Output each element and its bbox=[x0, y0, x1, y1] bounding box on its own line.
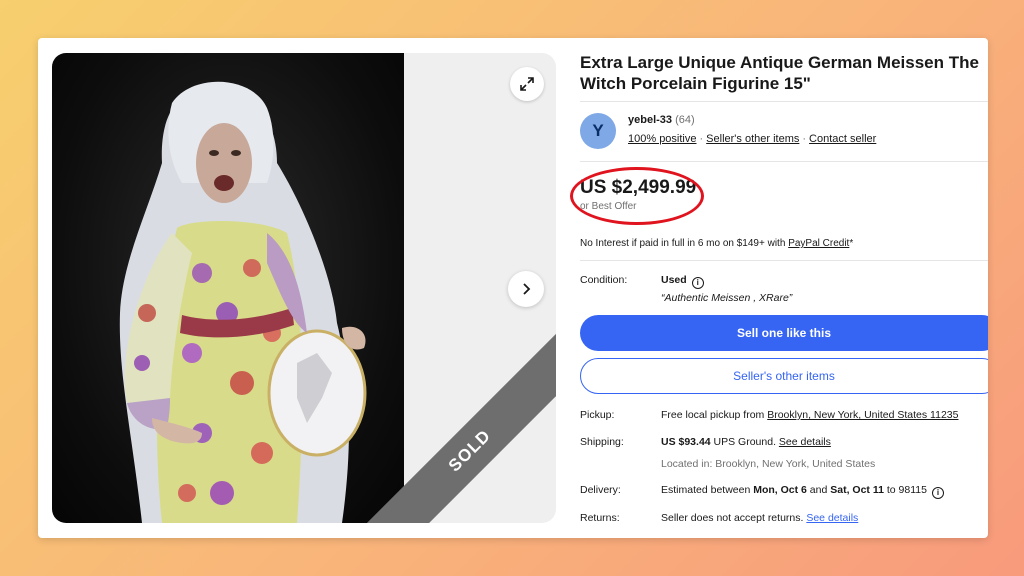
shipping-details-link[interactable]: See details bbox=[779, 436, 831, 448]
delivery-row: Delivery: Estimated between Mon, Oct 6 a… bbox=[580, 484, 988, 500]
delivery-start: Mon, Oct 6 bbox=[753, 484, 807, 496]
pickup-value: Free local pickup from Brooklyn, New Yor… bbox=[661, 409, 958, 421]
condition-note: “Authentic Meissen , XRare” bbox=[661, 292, 793, 304]
chevron-right-icon bbox=[523, 283, 531, 295]
shipping-label: Shipping: bbox=[580, 436, 624, 448]
delivery-label: Delivery: bbox=[580, 484, 621, 496]
positive-feedback-link[interactable]: 100% positive bbox=[628, 133, 697, 145]
divider bbox=[580, 161, 988, 162]
contact-seller-link[interactable]: Contact seller bbox=[809, 133, 876, 145]
credit-text: No Interest if paid in full in 6 mo on $… bbox=[580, 238, 789, 249]
returns-value: Seller does not accept returns. See deta… bbox=[661, 512, 858, 524]
info-icon[interactable]: i bbox=[931, 486, 944, 499]
shipping-method: UPS Ground. bbox=[710, 436, 779, 448]
pickup-label: Pickup: bbox=[580, 409, 615, 421]
shipping-cost: US $93.44 bbox=[661, 436, 711, 448]
seller-avatar[interactable]: Y bbox=[580, 113, 616, 149]
delivery-end: Sat, Oct 11 bbox=[830, 484, 884, 496]
separator-dot: · bbox=[699, 133, 704, 145]
returns-label: Returns: bbox=[580, 512, 620, 524]
expand-arrows-icon bbox=[520, 77, 534, 91]
listing-card: SOLD Extra Large Unique Antique German M… bbox=[38, 38, 988, 538]
price-highlight-circle bbox=[570, 167, 704, 225]
item-location: Located in: Brooklyn, New York, United S… bbox=[661, 458, 876, 470]
seller-other-items-link[interactable]: Seller's other items bbox=[706, 133, 799, 145]
returns-text: Seller does not accept returns. bbox=[661, 512, 807, 524]
next-image-button[interactable] bbox=[508, 271, 544, 307]
seller-info: Y yebel-33 (64) 100% positive · Seller's o… bbox=[580, 111, 988, 151]
listing-title: Extra Large Unique Antique German Meisse… bbox=[580, 53, 979, 93]
condition-row: Condition: Used i “Authentic Meissen , XR… bbox=[580, 274, 988, 310]
seller-links: 100% positive · Seller's other items · Conta… bbox=[628, 133, 876, 145]
returns-row: Returns: Seller does not accept returns.… bbox=[580, 512, 988, 528]
info-icon[interactable]: i bbox=[691, 276, 704, 289]
delivery-prefix: Estimated between bbox=[661, 484, 754, 496]
condition-value-line: Used i bbox=[661, 274, 704, 289]
separator-dot: · bbox=[802, 133, 807, 145]
divider bbox=[580, 101, 988, 102]
pickup-location-link[interactable]: Brooklyn, New York, United States 11235 bbox=[767, 409, 958, 421]
delivery-value: Estimated between Mon, Oct 6 and Sat, Oc… bbox=[661, 484, 944, 499]
pickup-row: Pickup: Free local pickup from Brooklyn,… bbox=[580, 409, 988, 425]
divider bbox=[580, 260, 988, 261]
listing-details: Extra Large Unique Antique German Meisse… bbox=[570, 52, 988, 532]
sell-one-like-this-button[interactable]: Sell one like this bbox=[580, 315, 988, 351]
seller-other-items-button[interactable]: Seller's other items bbox=[580, 358, 988, 394]
credit-suffix: * bbox=[849, 238, 854, 249]
delivery-and: and bbox=[806, 484, 831, 496]
product-photo[interactable] bbox=[52, 53, 404, 523]
condition-label: Condition: bbox=[580, 274, 628, 286]
condition-value: Used bbox=[661, 274, 687, 286]
shipping-row: Shipping: US $93.44 UPS Ground. See deta… bbox=[580, 436, 988, 476]
image-gallery: SOLD bbox=[52, 53, 556, 523]
expand-image-button[interactable] bbox=[510, 67, 544, 101]
seller-name-link[interactable]: yebel-33 bbox=[628, 114, 672, 126]
pickup-text: Free local pickup from bbox=[661, 409, 768, 421]
paypal-credit-link[interactable]: PayPal Credit bbox=[788, 238, 849, 249]
shipping-value: US $93.44 UPS Ground. See details bbox=[661, 436, 831, 448]
seller-feedback-count: (64) bbox=[675, 114, 695, 126]
seller-name-line: yebel-33 (64) bbox=[628, 114, 695, 126]
credit-offer: No Interest if paid in full in 6 mo on $… bbox=[580, 238, 853, 249]
delivery-suffix: to 98115 bbox=[883, 484, 927, 496]
returns-details-link[interactable]: See details bbox=[806, 512, 858, 524]
